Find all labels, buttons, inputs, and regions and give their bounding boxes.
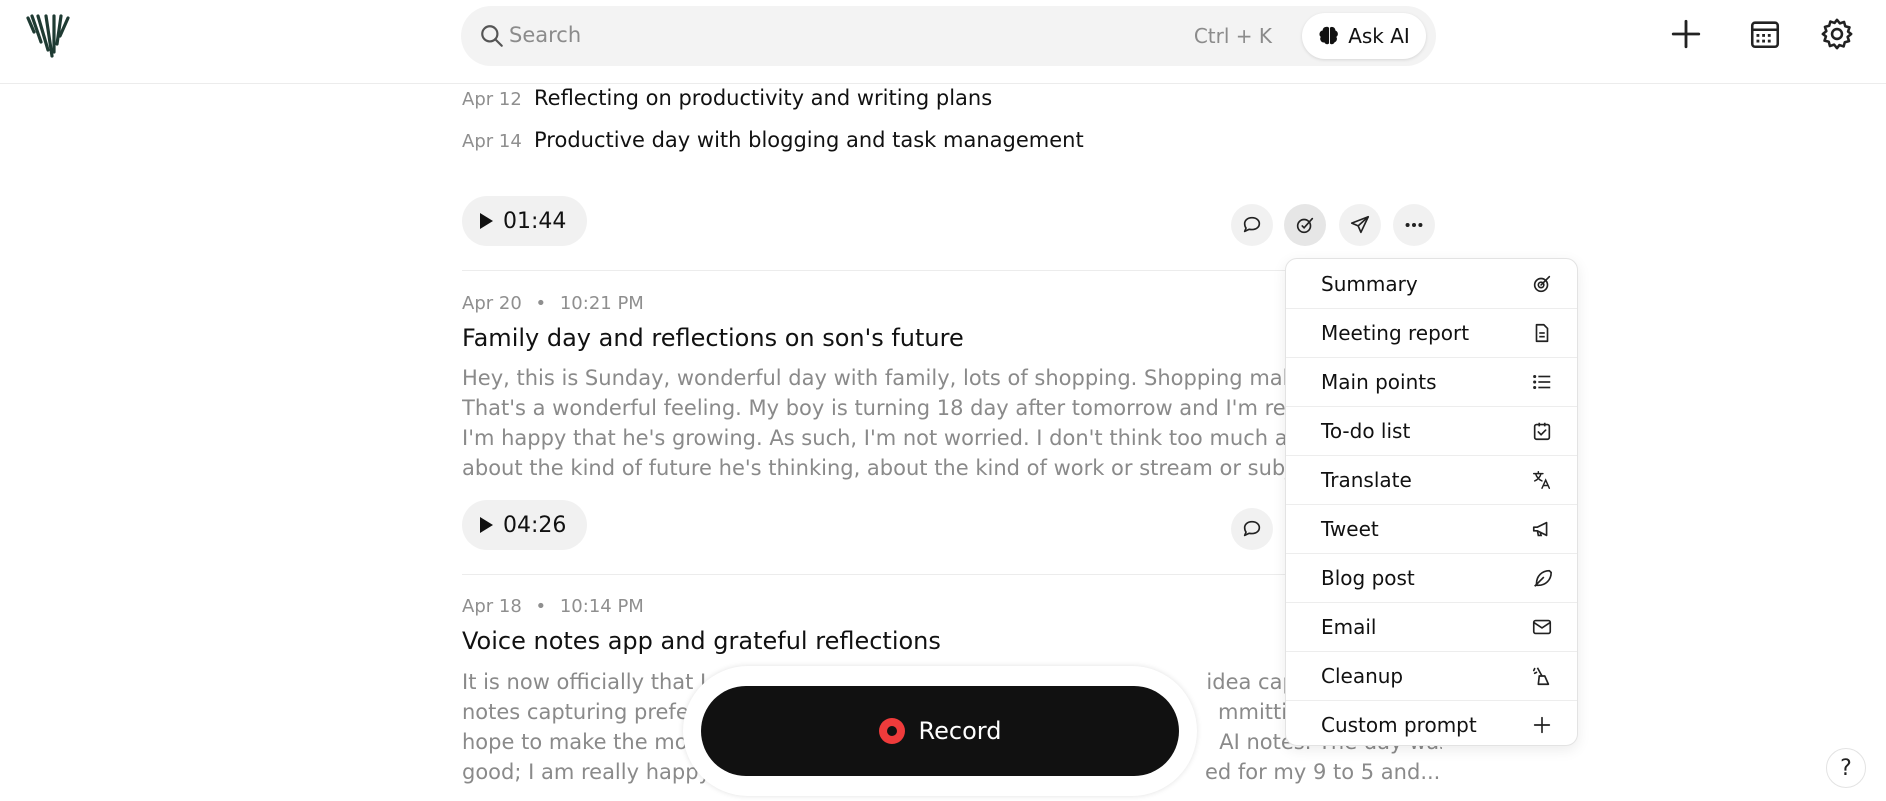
play-icon	[480, 213, 493, 229]
menu-item-label: Translate	[1321, 468, 1412, 492]
more-options-button[interactable]	[1393, 204, 1435, 246]
feather-icon	[1534, 569, 1552, 587]
gear-icon[interactable]	[1820, 17, 1854, 51]
menu-item-translate[interactable]: Translate	[1286, 455, 1577, 504]
chat-bubble-icon	[1243, 520, 1261, 537]
related-note-date: Apr 12	[462, 89, 522, 110]
calendar-icon[interactable]	[1748, 17, 1782, 51]
menu-item-label: Meeting report	[1321, 321, 1470, 345]
menu-item-blog-post[interactable]: Blog post	[1286, 553, 1577, 602]
record-label: Record	[918, 717, 1002, 745]
related-note-title: Reflecting on productivity and writing p…	[534, 86, 993, 110]
related-note-title: Productive day with blogging and task ma…	[534, 128, 1084, 152]
menu-item-meeting-report[interactable]: Meeting report	[1286, 308, 1577, 357]
menu-item-label: Email	[1321, 615, 1377, 639]
menu-item-label: Blog post	[1321, 566, 1415, 590]
record-button[interactable]: Record	[701, 686, 1179, 776]
broom-icon	[1532, 667, 1550, 686]
menu-item-cleanup[interactable]: Cleanup	[1286, 651, 1577, 700]
play-audio-button[interactable]: 04:26	[462, 500, 587, 550]
note-date: Apr 18	[462, 596, 522, 617]
more-dots-icon	[1405, 222, 1423, 228]
note-time: 10:21 PM	[559, 293, 644, 314]
search-bar[interactable]: Search Ctrl + K Ask AI	[461, 6, 1436, 66]
brain-icon	[1319, 26, 1339, 45]
related-note[interactable]: Apr 14 Productive day with blogging and t…	[462, 128, 1084, 152]
menu-item-label: Custom prompt	[1321, 713, 1477, 737]
share-button[interactable]	[1339, 204, 1381, 246]
chat-bubble-icon	[1243, 216, 1261, 233]
search-placeholder: Search	[509, 23, 582, 47]
menu-item-label: To-do list	[1321, 419, 1411, 443]
menu-item-label: Main points	[1321, 370, 1437, 394]
menu-item-main-points[interactable]: Main points	[1286, 357, 1577, 406]
todo-icon	[1533, 422, 1551, 441]
plus-icon	[1533, 716, 1551, 734]
note-title[interactable]: Family day and reflections on son's futu…	[462, 324, 964, 352]
plus-icon[interactable]	[1669, 17, 1703, 51]
menu-item-tweet[interactable]: Tweet	[1286, 504, 1577, 553]
note-meta: Apr 20 • 10:21 PM	[462, 293, 644, 314]
ai-actions-menu: Summary Meeting report Main points To-do…	[1285, 258, 1578, 746]
chat-button[interactable]	[1231, 204, 1273, 246]
search-shortcut: Ctrl + K	[1193, 24, 1272, 48]
audio-duration: 01:44	[503, 208, 567, 234]
meta-separator: •	[535, 596, 547, 617]
help-label: ?	[1840, 755, 1852, 781]
magic-pen-icon	[1296, 217, 1314, 234]
help-button[interactable]: ?	[1826, 748, 1866, 788]
menu-item-label: Summary	[1321, 271, 1418, 296]
ask-ai-label: Ask AI	[1348, 24, 1410, 48]
play-icon	[480, 517, 493, 533]
menu-item-email[interactable]: Email	[1286, 602, 1577, 651]
meta-separator: •	[535, 293, 547, 314]
menu-item-summary[interactable]: Summary	[1286, 259, 1577, 308]
ai-actions-button[interactable]	[1284, 204, 1326, 246]
ask-ai-button[interactable]: Ask AI	[1302, 13, 1426, 59]
audio-duration: 04:26	[503, 512, 567, 538]
record-icon	[878, 718, 905, 744]
document-icon	[1535, 323, 1549, 343]
search-icon	[481, 25, 503, 47]
mail-icon	[1532, 619, 1552, 635]
top-bar: Search Ctrl + K Ask AI	[0, 0, 1886, 84]
note-meta: Apr 18 • 10:14 PM	[462, 596, 644, 617]
related-note[interactable]: Apr 12 Reflecting on productivity and wri…	[462, 86, 992, 110]
app-logo[interactable]	[24, 12, 72, 60]
chat-button[interactable]	[1231, 508, 1273, 550]
summary-icon	[1533, 275, 1551, 292]
related-note-date: Apr 14	[462, 131, 522, 152]
record-bar: Record	[683, 666, 1197, 796]
translate-icon	[1533, 471, 1551, 489]
menu-item-todo-list[interactable]: To-do list	[1286, 406, 1577, 455]
play-audio-button[interactable]: 01:44	[462, 196, 587, 246]
note-title[interactable]: Voice notes app and grateful reflections	[462, 627, 941, 655]
list-icon	[1533, 374, 1551, 390]
send-icon	[1350, 215, 1370, 234]
note-time: 10:14 PM	[559, 596, 644, 617]
megaphone-icon	[1532, 521, 1548, 537]
menu-item-custom-prompt[interactable]: Custom prompt	[1286, 700, 1577, 749]
menu-item-label: Tweet	[1321, 517, 1379, 541]
menu-item-label: Cleanup	[1321, 664, 1404, 688]
note-date: Apr 20	[462, 293, 522, 314]
